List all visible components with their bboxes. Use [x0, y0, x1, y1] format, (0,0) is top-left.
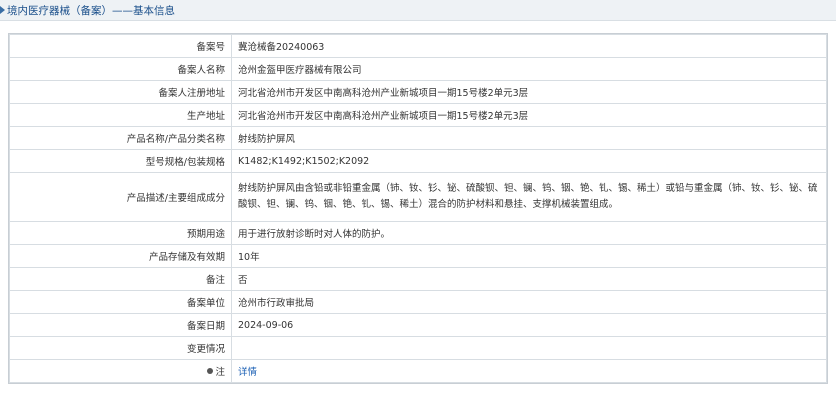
field-value: 沧州市行政审批局: [231, 290, 827, 314]
field-label: 备案号: [9, 34, 232, 58]
triangle-marker-icon: [0, 6, 5, 14]
field-label: 备案日期: [9, 313, 232, 337]
field-value: 射线防护屏风由含铅或非铅重金属（铈、钕、钐、铋、硫酸钡、钽、镧、钨、铟、铯、钆、…: [231, 172, 827, 222]
field-value: 河北省沧州市开发区中南高科沧州产业新城项目一期15号楼2单元3层: [231, 80, 827, 104]
table-row: 备案单位 沧州市行政审批局: [9, 290, 827, 314]
table-row: 生产地址 河北省沧州市开发区中南高科沧州产业新城项目一期15号楼2单元3层: [9, 103, 827, 127]
field-value: 射线防护屏风: [231, 126, 827, 150]
field-label: 备注: [9, 267, 232, 291]
details-link[interactable]: 详情: [238, 367, 257, 378]
field-label: 变更情况: [9, 336, 232, 360]
field-value: 冀沧械备20240063: [231, 34, 827, 58]
table-row: 产品名称/产品分类名称 射线防护屏风: [9, 126, 827, 150]
table-row: 产品描述/主要组成成分 射线防护屏风由含铅或非铅重金属（铈、钕、钐、铋、硫酸钡、…: [9, 172, 827, 222]
page-header: 境内医疗器械（备案）——基本信息: [0, 0, 836, 21]
pin-icon: [207, 368, 214, 374]
field-label: 备案人名称: [9, 57, 232, 81]
table-row: 备注 否: [9, 267, 827, 291]
field-value: 沧州金盔甲医疗器械有限公司: [231, 57, 827, 81]
field-value: 河北省沧州市开发区中南高科沧州产业新城项目一期15号楼2单元3层: [231, 103, 827, 127]
table-row: 注 详情: [9, 359, 827, 383]
info-panel: 备案号 冀沧械备20240063 备案人名称 沧州金盔甲医疗器械有限公司 备案人…: [8, 33, 828, 384]
field-label: 备案单位: [9, 290, 232, 314]
table-row: 预期用途 用于进行放射诊断时对人体的防护。: [9, 221, 827, 245]
note-label-cell: 注: [9, 359, 232, 383]
field-label: 备案人注册地址: [9, 80, 232, 104]
table-row: 变更情况: [9, 336, 827, 360]
page-title: 境内医疗器械（备案）——基本信息: [7, 5, 175, 17]
field-value: 否: [231, 267, 827, 291]
field-label: 型号规格/包装规格: [9, 149, 232, 173]
table-row: 型号规格/包装规格 K1482;K1492;K1502;K2092: [9, 149, 827, 173]
field-value: 详情: [231, 359, 827, 383]
field-value: 用于进行放射诊断时对人体的防护。: [231, 221, 827, 245]
field-label: 产品存储及有效期: [9, 244, 232, 268]
field-value: 10年: [231, 244, 827, 268]
table-row: 备案人注册地址 河北省沧州市开发区中南高科沧州产业新城项目一期15号楼2单元3层: [9, 80, 827, 104]
table-row: 备案号 冀沧械备20240063: [9, 34, 827, 58]
field-label: 注: [215, 367, 225, 378]
field-value: 2024-09-06: [231, 313, 827, 337]
info-table: 备案号 冀沧械备20240063 备案人名称 沧州金盔甲医疗器械有限公司 备案人…: [9, 34, 827, 383]
field-label: 预期用途: [9, 221, 232, 245]
field-label: 产品描述/主要组成成分: [9, 172, 232, 222]
field-label: 产品名称/产品分类名称: [9, 126, 232, 150]
field-value: K1482;K1492;K1502;K2092: [231, 149, 827, 173]
table-row: 产品存储及有效期 10年: [9, 244, 827, 268]
field-label: 生产地址: [9, 103, 232, 127]
field-value: [231, 336, 827, 360]
table-row: 备案人名称 沧州金盔甲医疗器械有限公司: [9, 57, 827, 81]
table-row: 备案日期 2024-09-06: [9, 313, 827, 337]
